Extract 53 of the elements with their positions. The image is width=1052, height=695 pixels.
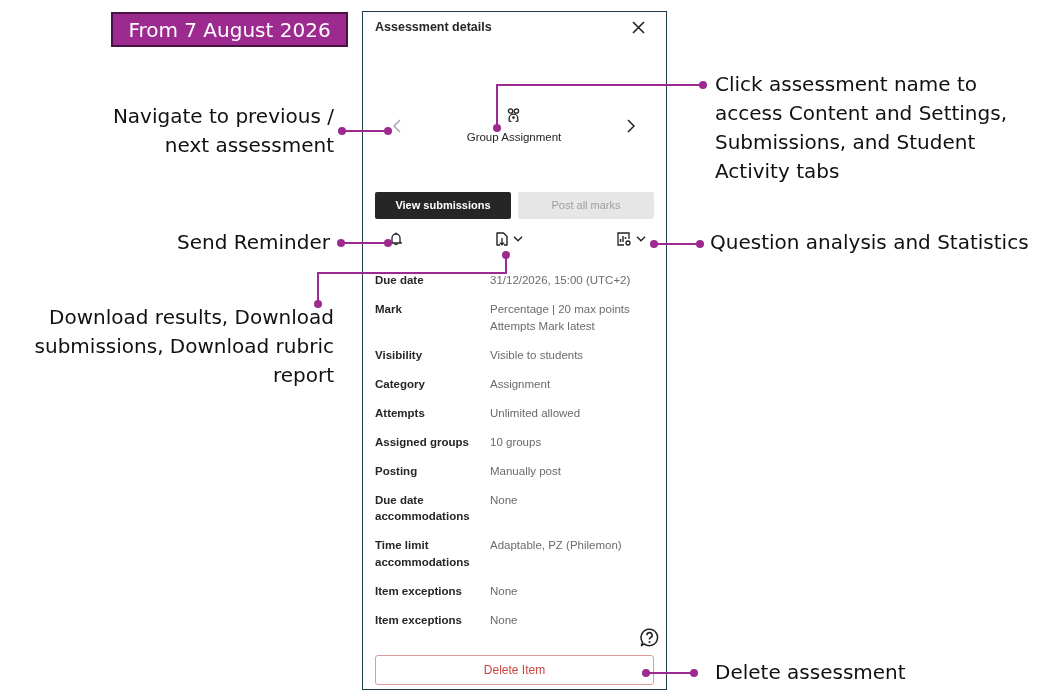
detail-value: None: [490, 583, 519, 599]
group-icon: [507, 107, 521, 122]
close-icon: [632, 20, 645, 34]
callout-text: Send Reminder: [177, 229, 330, 256]
detail-label: Item exceptions: [375, 612, 463, 628]
callout-line: [642, 669, 698, 677]
detail-label: Mark: [375, 302, 403, 317]
callout-text: Download results, Download submissions, Download rubric report: [33, 304, 334, 389]
detail-label: Item exceptions: [375, 583, 463, 599]
callout-text: Delete assessment: [715, 659, 906, 686]
detail-value: Attempts Mark latest: [490, 318, 596, 334]
detail-label: Posting: [375, 463, 419, 479]
detail-label: Due date accommodations: [375, 492, 471, 524]
analysis-tool-button[interactable]: [617, 231, 646, 246]
detail-label: Visibility: [375, 347, 424, 363]
detail-value: None: [490, 612, 519, 628]
detail-value: Visible to students: [490, 347, 585, 363]
next-button[interactable]: [627, 119, 635, 134]
date-banner: From 7 August 2026: [111, 12, 348, 47]
chevron-right-icon: [627, 119, 635, 134]
assessment-name-link[interactable]: Group Assignment: [466, 128, 562, 145]
detail-label: Time limit accommodations: [375, 538, 471, 570]
caret-icon: [636, 235, 646, 242]
callout-line: [337, 239, 392, 247]
delete-button[interactable]: Delete Item: [375, 655, 654, 685]
download-tool-button[interactable]: [496, 231, 523, 246]
help-icon[interactable]: [640, 628, 659, 647]
callout-line: [338, 127, 392, 135]
detail-value: 10 groups: [490, 434, 543, 450]
bell-icon: [390, 232, 402, 246]
detail-value: Manually post: [490, 463, 562, 479]
callout-text: Question analysis and Statistics: [710, 229, 1029, 256]
detail-label: Assigned groups: [375, 434, 470, 450]
document-download-icon: [496, 231, 508, 246]
detail-label: Attempts: [375, 405, 426, 421]
panel-title: Assessment details: [375, 20, 492, 35]
detail-value: None: [490, 492, 519, 508]
callout-line: [650, 240, 704, 248]
reminder-tool-button[interactable]: [390, 232, 402, 246]
detail-value: Percentage | 20 max points: [490, 302, 631, 317]
callout-text: Navigate to previous / next assessment: [111, 103, 334, 159]
callout-text: Click assessment name to access Content and Settings, Submissions, and Student Activity tabs: [715, 71, 1009, 185]
caret-icon: [513, 235, 523, 242]
detail-value: Unlimited allowed: [490, 405, 582, 421]
detail-label: Category: [375, 376, 426, 392]
action-button[interactable]: View submissions: [375, 191, 511, 219]
close-button[interactable]: [632, 20, 645, 34]
detail-value: Assignment: [490, 376, 552, 392]
detail-value: 31/12/2026, 15:00 (UTC+2): [490, 273, 632, 288]
detail-value: Adaptable, PZ (Philemon): [490, 538, 623, 553]
detail-label: Due date: [375, 273, 425, 288]
chevron-left-icon: [393, 119, 401, 134]
chart-document-icon: [617, 231, 631, 246]
